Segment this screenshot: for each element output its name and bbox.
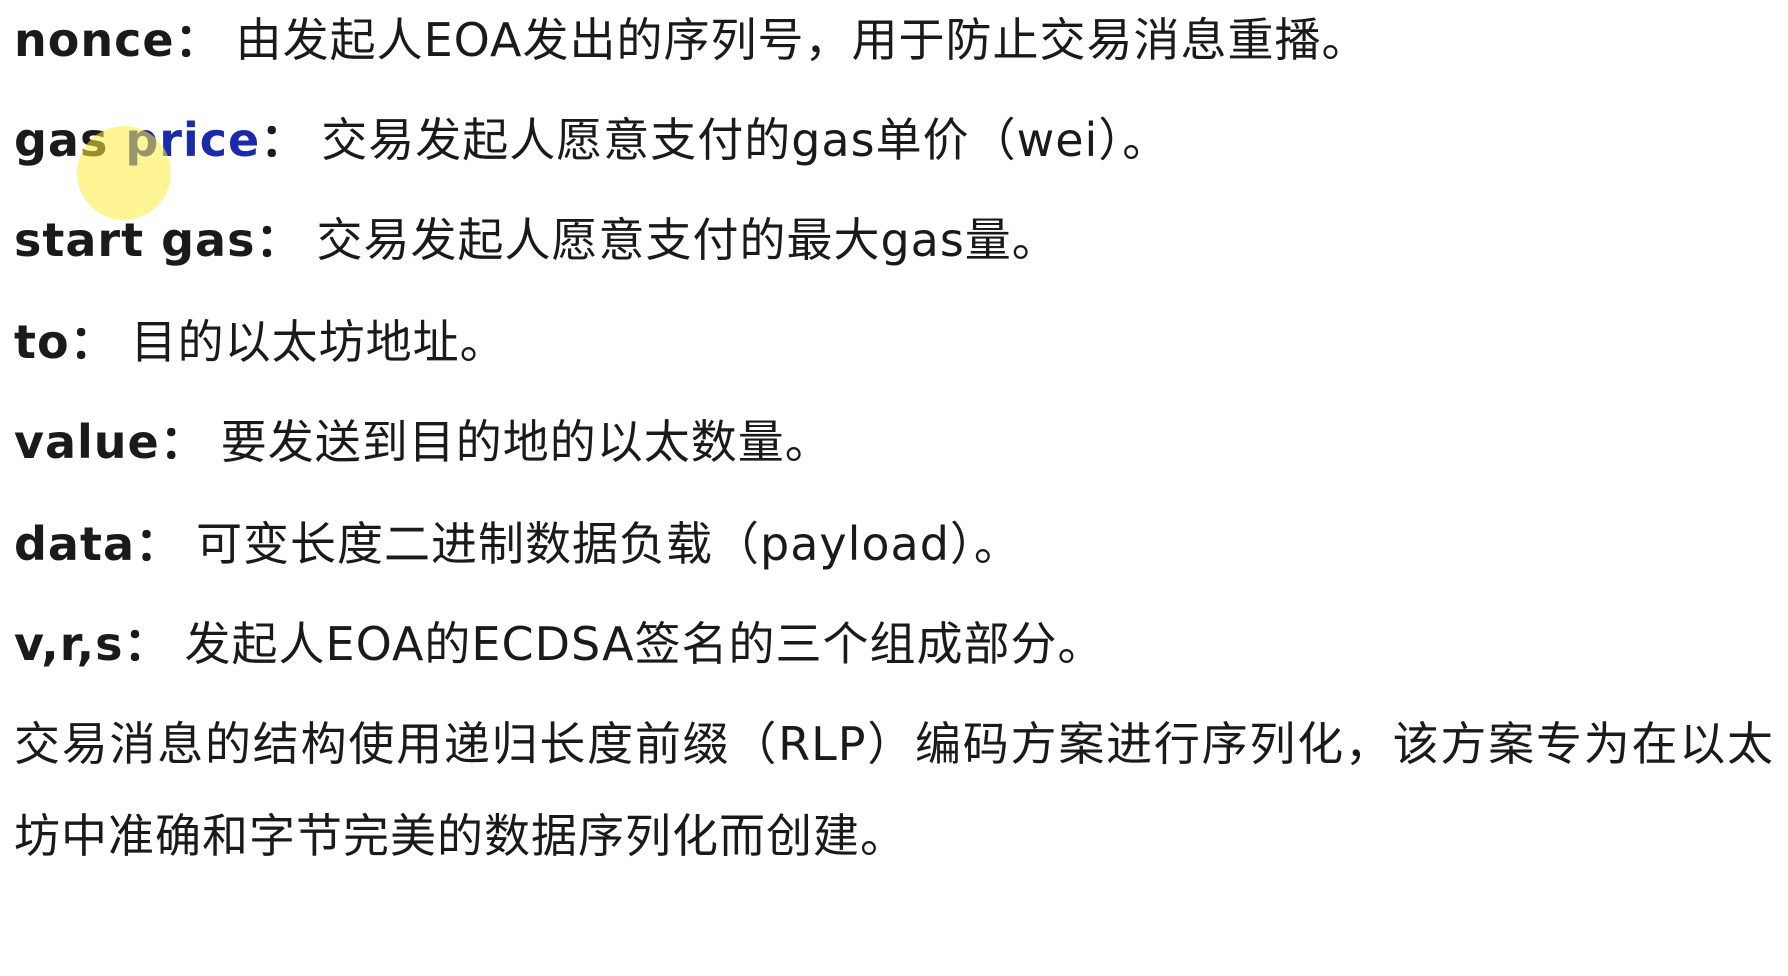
field-description: 目的以太坊地址。 — [130, 315, 507, 369]
field-term: v,r,s — [14, 617, 124, 671]
field-start-gas: start gas： 交易发起人愿意支付的最大gas量。 — [14, 210, 1059, 270]
field-term: to — [14, 315, 70, 369]
field-nonce: nonce： 由发起人EOA发出的序列号，用于防止交易消息重播。 — [14, 10, 1369, 70]
field-term: start gas — [14, 213, 256, 267]
field-gas-price: gas price： 交易发起人愿意支付的gas单价（wei）。 — [14, 110, 1169, 170]
field-description: 交易发起人愿意支付的最大gas量。 — [316, 213, 1059, 267]
field-term: gas — [14, 113, 126, 167]
field-description: 发起人EOA的ECDSA签名的三个组成部分。 — [184, 617, 1105, 671]
field-description: 交易发起人愿意支付的gas单价（wei）。 — [321, 113, 1170, 167]
field-description: 可变长度二进制数据负载（payload）。 — [196, 517, 1021, 571]
field-term: data — [14, 517, 135, 571]
field-description: 由发起人EOA发出的序列号，用于防止交易消息重播。 — [235, 13, 1369, 67]
rlp-paragraph: 交易消息的结构使用递归长度前缀（RLP）编码方案进行序列化，该方案专为在以太坊中… — [14, 717, 1774, 863]
field-separator: ： — [174, 13, 222, 67]
field-separator: ： — [159, 415, 207, 469]
field-term: value — [14, 415, 160, 469]
field-to: to： 目的以太坊地址。 — [14, 312, 507, 372]
field-term-highlight: price — [125, 113, 261, 167]
field-separator: ： — [123, 617, 171, 671]
field-separator: ： — [255, 213, 303, 267]
field-separator: ： — [135, 517, 182, 571]
field-value: value： 要发送到目的地的以太数量。 — [14, 412, 832, 472]
field-term: nonce — [14, 13, 175, 67]
field-data: data： 可变长度二进制数据负载（payload）。 — [14, 514, 1021, 574]
field-description: 要发送到目的地的以太数量。 — [220, 415, 832, 469]
field-separator: ： — [260, 113, 308, 167]
field-vrs: v,r,s： 发起人EOA的ECDSA签名的三个组成部分。 — [14, 614, 1105, 674]
field-separator: ： — [69, 315, 117, 369]
slide: nonce： 由发起人EOA发出的序列号，用于防止交易消息重播。 gas pric… — [0, 0, 1788, 976]
